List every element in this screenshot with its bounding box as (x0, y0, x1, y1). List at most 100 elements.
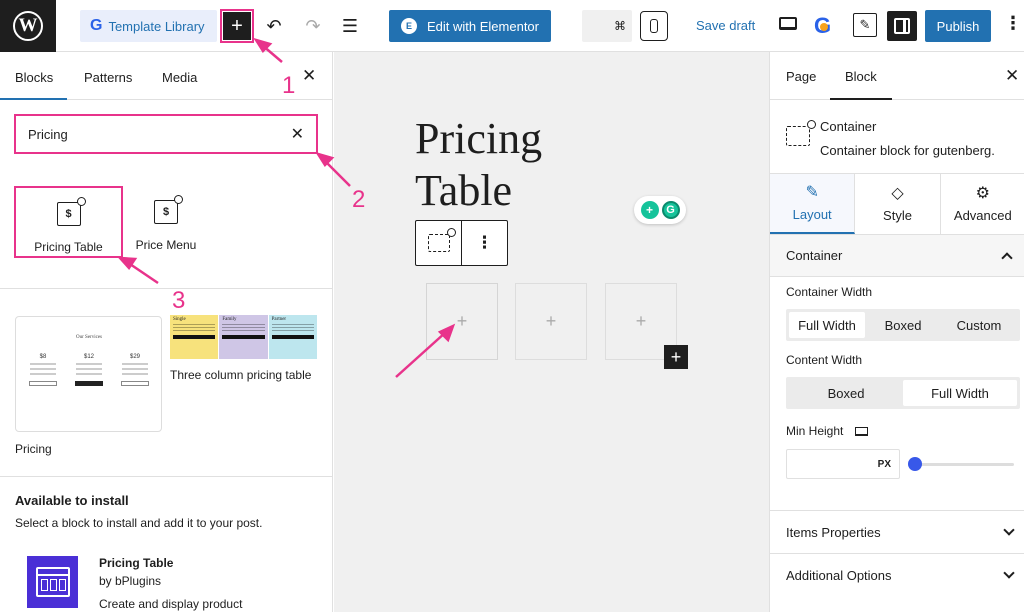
min-height-input[interactable]: PX (786, 449, 900, 479)
tab-patterns[interactable]: Patterns (84, 70, 132, 85)
wordpress-icon: W (13, 11, 43, 41)
slider-knob[interactable] (908, 457, 922, 471)
block-card-title: Container (820, 119, 877, 134)
price-menu-block[interactable]: $ Price Menu (112, 186, 220, 258)
pricing-table-block[interactable]: $ Pricing Table (14, 186, 123, 258)
block-type-button[interactable] (416, 221, 462, 265)
redo-icon: ↷ (305, 15, 321, 36)
command-key-icon: ⌘ (614, 19, 626, 33)
block-toolbar: ⋮ (415, 220, 508, 266)
tab-blocks[interactable]: Blocks (0, 70, 68, 100)
tab-layout[interactable]: ✎ Layout (770, 174, 856, 234)
tab-page[interactable]: Page (786, 69, 816, 84)
clear-search-icon[interactable]: ✕ (291, 124, 304, 144)
unit-select[interactable]: PX (878, 459, 891, 470)
tab-label: Layout (792, 206, 832, 222)
tab-style[interactable]: ◇ Style (855, 174, 941, 234)
plugin-pricing-table-icon[interactable] (27, 556, 78, 608)
block-inserter-toggle-button[interactable]: + (220, 9, 254, 43)
pattern-label: Three column pricing table (170, 368, 312, 382)
command-palette-button[interactable]: ⌘ (582, 10, 632, 42)
preview-price: $12 (83, 354, 94, 360)
column-placeholder[interactable]: + (515, 283, 587, 360)
preview-column-title: Family (222, 317, 237, 322)
gutenberg-plugin-icon[interactable]: G (814, 13, 838, 39)
title-line: Pricing (415, 114, 543, 163)
tab-advanced[interactable]: ⚙ Advanced (941, 174, 1024, 234)
block-search-field[interactable]: ✕ (14, 114, 318, 154)
tab-media[interactable]: Media (162, 70, 197, 85)
annotation-number: 3 (172, 287, 186, 314)
undo-icon: ↶ (266, 15, 282, 36)
pricing-table-icon: $ (56, 197, 86, 226)
mobile-device-icon (650, 19, 658, 33)
tab-label: Advanced (953, 207, 1012, 223)
device-preview-button[interactable] (640, 11, 668, 41)
close-sidebar-icon[interactable]: ✕ (1005, 66, 1019, 86)
pattern-preview-pricing[interactable]: Our Services $8 $12 $29 (15, 316, 162, 432)
edit-pen-icon[interactable]: ✎ (853, 13, 877, 37)
pencil-icon: ✎ (805, 183, 819, 201)
document-overview-button[interactable]: ☰ (338, 14, 362, 38)
preview-column-title: Partner (271, 317, 287, 322)
plugin-description: Create and display product (99, 597, 243, 611)
available-subtitle: Select a block to install and add it to … (15, 516, 263, 530)
chevron-up-icon (1001, 251, 1013, 264)
container-block-icon (786, 120, 816, 146)
publish-button[interactable]: Publish (925, 10, 991, 42)
wordpress-logo-button[interactable]: W (0, 0, 56, 52)
title-line: Table (415, 166, 513, 215)
annotation-number: 2 (352, 186, 366, 213)
available-heading: Available to install (15, 493, 129, 508)
pattern-preview-three-column[interactable]: Single Family Partner (170, 315, 317, 359)
container-width-toggle: Full Width Boxed Custom (786, 309, 1020, 341)
option-full-width[interactable]: Full Width (903, 380, 1017, 406)
template-library-button[interactable]: G Template Library (80, 10, 217, 42)
container-section-toggle[interactable]: Container (770, 235, 1024, 277)
price-menu-icon: $ (154, 195, 183, 224)
column-placeholder[interactable]: + (426, 283, 498, 360)
add-block-button[interactable]: + (664, 345, 688, 369)
redo-button[interactable]: ↷ (301, 14, 325, 38)
settings-sidebar-toggle[interactable] (887, 11, 917, 41)
undo-button[interactable]: ↶ (262, 14, 286, 38)
chevron-down-icon (1003, 524, 1015, 536)
close-inserter-icon[interactable]: ✕ (302, 66, 316, 86)
tab-block[interactable]: Block (830, 69, 892, 100)
option-boxed[interactable]: Boxed (865, 312, 941, 338)
save-draft-button[interactable]: Save draft (696, 18, 755, 33)
grammarly-icon: G (661, 201, 680, 219)
items-properties-toggle[interactable]: Items Properties (770, 510, 1024, 553)
paint-bucket-icon: ◇ (891, 184, 904, 202)
grammarly-widget[interactable]: + G (634, 196, 686, 224)
divider (0, 476, 333, 477)
label-text: Min Height (786, 424, 844, 438)
editor-canvas: Pricing Table + G ⋮ + + + + (334, 52, 769, 612)
laptop-icon[interactable] (854, 427, 868, 437)
options-kebab-icon[interactable]: ⋮ (1004, 14, 1022, 32)
min-height-slider[interactable] (908, 457, 1014, 471)
content-width-toggle: Boxed Full Width (786, 377, 1020, 409)
option-boxed[interactable]: Boxed (789, 380, 903, 406)
chevron-down-icon (1003, 567, 1015, 579)
block-options-kebab-icon[interactable]: ⋮ (462, 221, 507, 265)
option-full-width[interactable]: Full Width (789, 312, 865, 338)
min-height-label: Min Height (786, 424, 868, 438)
plugin-author: by bPlugins (99, 574, 162, 588)
post-title[interactable]: Pricing Table (415, 113, 615, 217)
section-title: Items Properties (786, 524, 881, 540)
additional-options-toggle[interactable]: Additional Options (770, 553, 1024, 596)
option-custom[interactable]: Custom (941, 312, 1017, 338)
sidebar-tabs: Page Block ✕ (770, 52, 1024, 100)
content-width-label: Content Width (786, 353, 863, 367)
preview-laptop-icon[interactable] (779, 17, 797, 30)
settings-sidebar: Page Block ✕ Container Container block f… (769, 52, 1024, 612)
divider (0, 288, 333, 289)
pattern-preview-title: Our Services (76, 335, 102, 340)
block-search-input[interactable] (28, 126, 291, 142)
plugin-title[interactable]: Pricing Table (99, 556, 173, 570)
settings-tabs: ✎ Layout ◇ Style ⚙ Advanced (770, 173, 1024, 235)
template-library-label: Template Library (108, 18, 205, 34)
edit-with-elementor-button[interactable]: E Edit with Elementor (389, 10, 551, 42)
annotation-number: 1 (282, 72, 296, 99)
